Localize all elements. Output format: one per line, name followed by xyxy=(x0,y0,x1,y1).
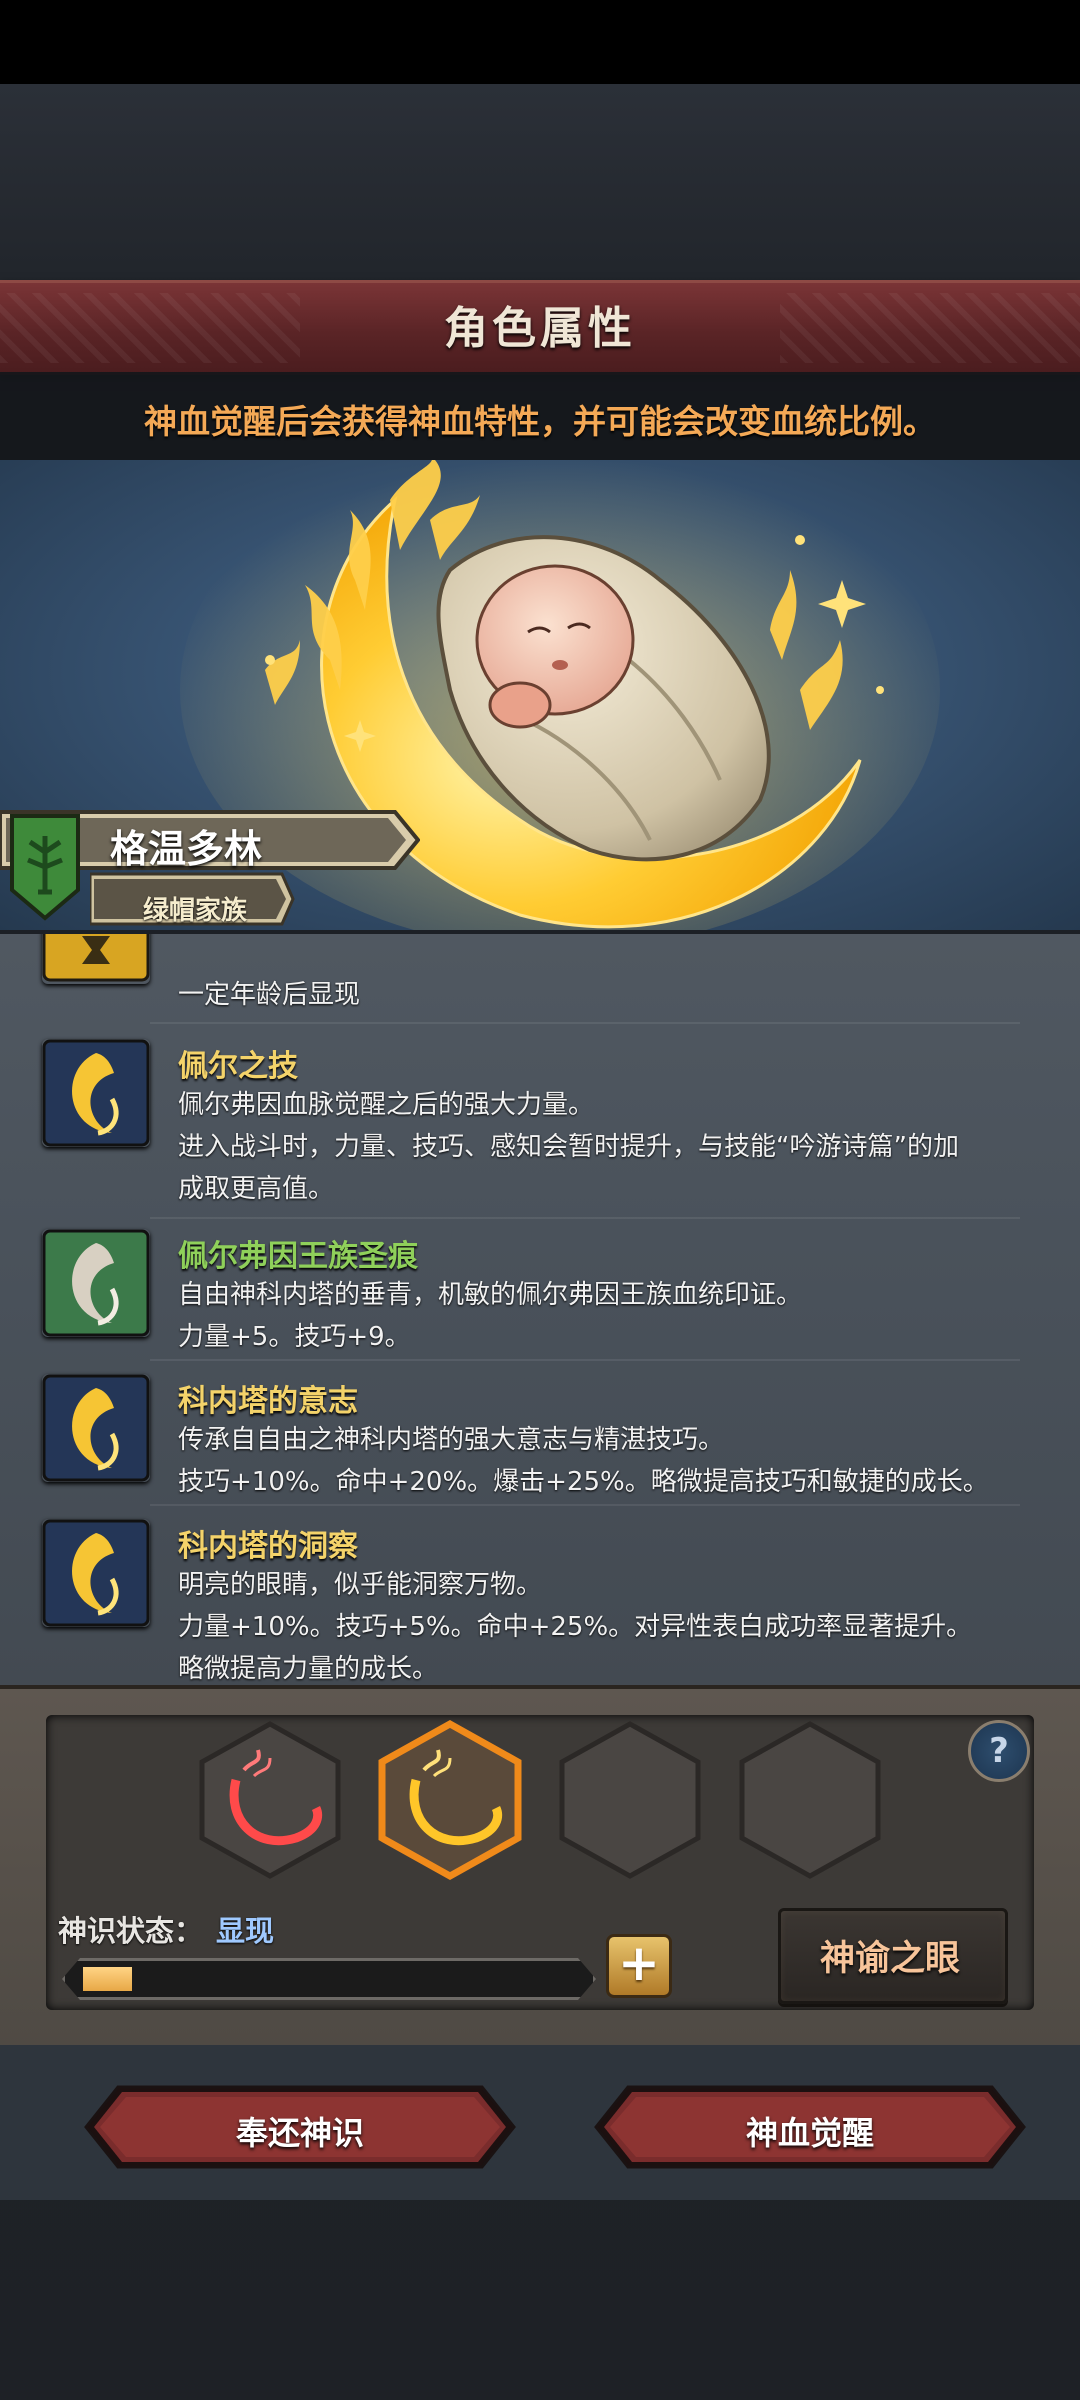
page-title: 角色属性 xyxy=(444,303,636,354)
awakening-slot-4[interactable] xyxy=(736,1720,884,1880)
trait-desc-line: 技巧+10%。命中+20%。爆击+25%。略微提高技巧和敏捷的成长。 xyxy=(178,1467,989,1497)
trait-name: 科内塔的意志 xyxy=(178,1384,358,1419)
trait-desc-line: 自由神科内塔的垂青，机敏的佩尔弗因王族血统印证。 xyxy=(178,1280,803,1310)
trait-desc-line: 力量+10%。技巧+5%。命中+25%。对异性表白成功率显著提升。 xyxy=(178,1612,973,1642)
silver-crescent-icon xyxy=(42,1229,150,1337)
awaken-blood-label: 神血觉醒 xyxy=(745,2114,874,2152)
trait-desc-line: 传承自自由之神科内塔的强大意志与精湛技巧。 xyxy=(178,1425,725,1455)
return-divinity-label: 奉还神识 xyxy=(235,2114,364,2152)
golden-crescent-icon xyxy=(42,1519,150,1627)
progress-fill xyxy=(83,1967,132,1991)
trait-list[interactable]: 一定年龄后显现 佩尔之技 佩尔弗因血脉觉醒之后的强大力量。 进入战斗时，力量、技… xyxy=(0,930,1080,1689)
trait-desc-line: 力量+5。技巧+9。 xyxy=(178,1322,411,1352)
trait-name: 科内塔的洞察 xyxy=(178,1529,358,1564)
trait-name: 佩尔之技 xyxy=(178,1049,298,1084)
golden-crescent-icon xyxy=(42,1374,150,1482)
status-label: 神识状态： xyxy=(58,1914,204,1948)
awakening-slot-1[interactable] xyxy=(196,1720,344,1880)
family-banner-icon xyxy=(10,814,80,921)
trait-desc-line: 一定年龄后显现 xyxy=(178,980,361,1010)
trait-name: 佩尔弗因王族圣痕 xyxy=(178,1239,418,1274)
awakening-slot-3[interactable] xyxy=(556,1720,704,1880)
locked-hourglass-icon xyxy=(42,934,150,982)
house-name: 绿帽家族 xyxy=(142,896,247,926)
question-icon: ? xyxy=(989,1731,1009,1771)
add-progress-button[interactable]: + xyxy=(606,1934,672,1998)
trait-desc-line: 明亮的眼睛，似乎能洞察万物。 xyxy=(178,1570,543,1600)
oracle-eye-label: 神谕之眼 xyxy=(819,1939,960,1979)
help-button[interactable]: ? xyxy=(968,1720,1030,1782)
status-bar xyxy=(0,0,1080,84)
awakening-slot-2[interactable] xyxy=(376,1720,524,1880)
status-value: 显现 xyxy=(216,1914,275,1948)
plus-icon: + xyxy=(618,1934,660,1992)
awakening-progress-bar xyxy=(62,1958,596,2000)
character-name: 格温多林 xyxy=(110,827,263,871)
page-subtitle: 神血觉醒后会获得神血特性，并可能会改变血统比例。 xyxy=(144,402,936,441)
trait-desc-line: 略微提高力量的成长。 xyxy=(178,1654,439,1684)
trait-desc-line: 佩尔弗因血脉觉醒之后的强大力量。 xyxy=(178,1090,595,1120)
trait-desc-line: 进入战斗时，力量、技巧、感知会暂时提升，与技能“吟游诗篇”的加 xyxy=(178,1132,959,1162)
trait-desc-line: 成取更高值。 xyxy=(178,1174,335,1204)
golden-crescent-icon xyxy=(42,1039,150,1147)
